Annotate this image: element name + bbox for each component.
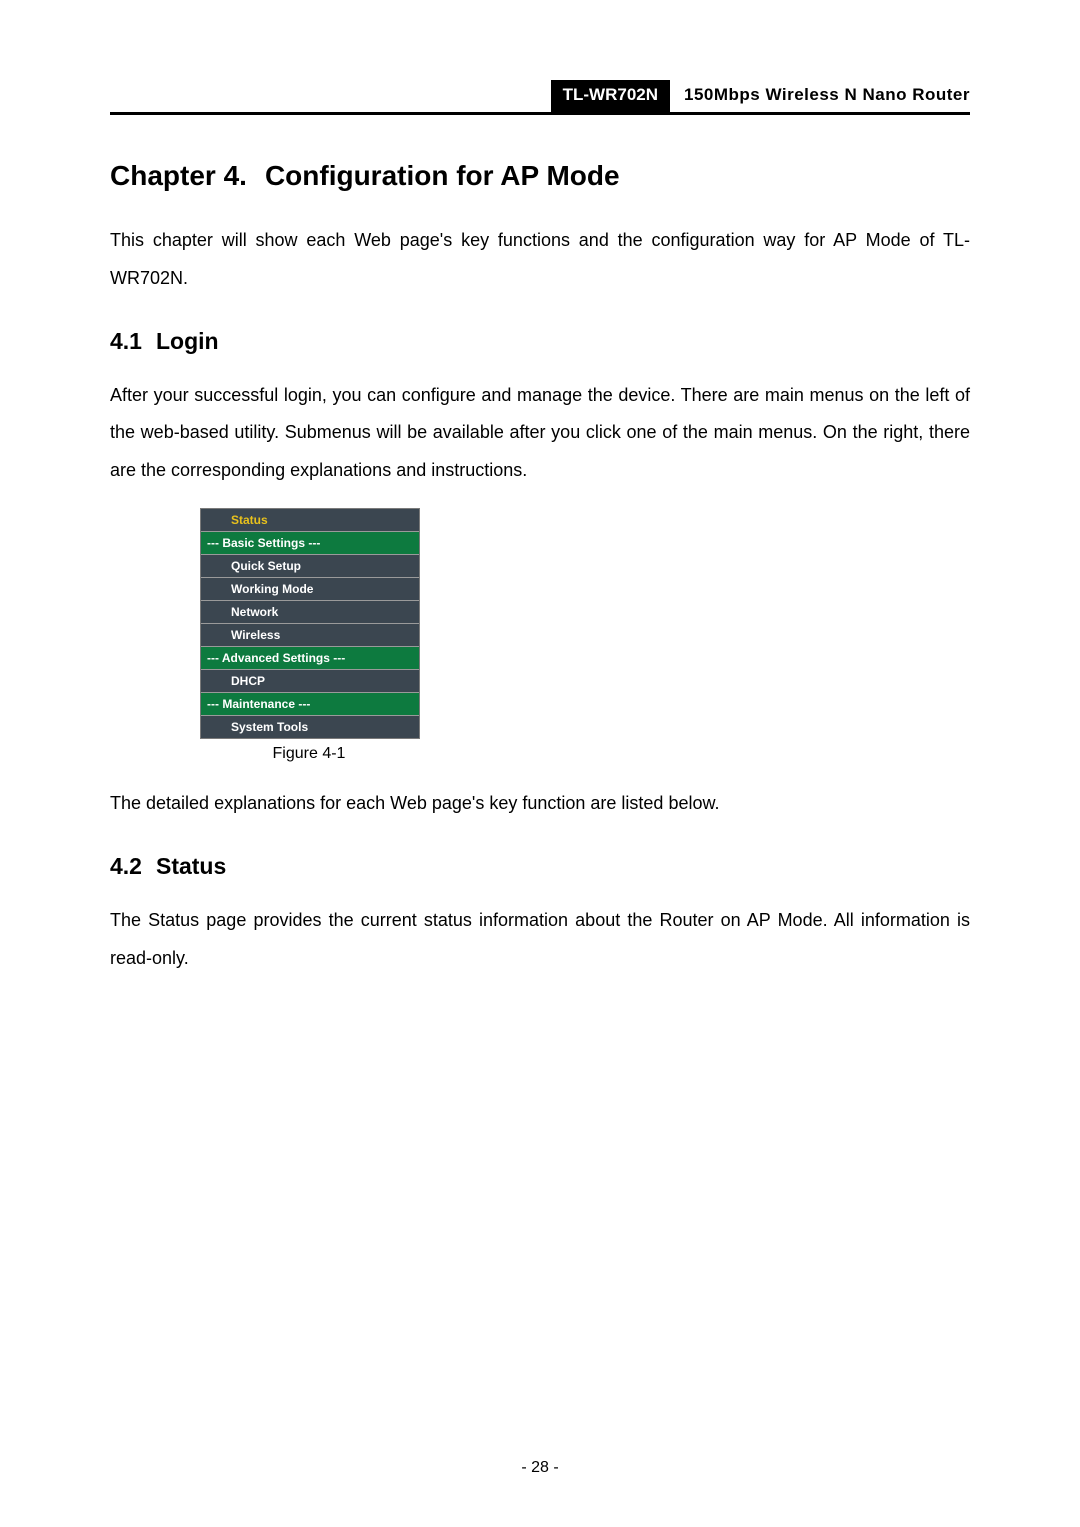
section-status-body: The Status page provides the current sta…: [110, 902, 970, 978]
menu-item-quick-setup[interactable]: Quick Setup: [201, 554, 419, 577]
menu-item-network[interactable]: Network: [201, 600, 419, 623]
sidebar-menu: Status --- Basic Settings --- Quick Setu…: [200, 508, 420, 739]
menu-item-dhcp[interactable]: DHCP: [201, 669, 419, 692]
chapter-intro: This chapter will show each Web page's k…: [110, 222, 970, 298]
after-figure-text: The detailed explanations for each Web p…: [110, 785, 970, 823]
figure-caption: Figure 4-1: [200, 745, 418, 763]
product-name: 150Mbps Wireless N Nano Router: [670, 80, 970, 112]
chapter-heading: Chapter 4. Configuration for AP Mode: [110, 160, 970, 192]
document-page: TL-WR702N 150Mbps Wireless N Nano Router…: [0, 0, 1080, 1527]
section-login-title: Login: [156, 328, 219, 354]
section-login-number: 4.1: [110, 328, 142, 355]
section-status-number: 4.2: [110, 853, 142, 880]
chapter-title: Configuration for AP Mode: [265, 160, 620, 191]
section-status-title: Status: [156, 853, 226, 879]
menu-figure: Status --- Basic Settings --- Quick Setu…: [200, 508, 420, 763]
menu-item-system-tools[interactable]: System Tools: [201, 715, 419, 738]
chapter-number: Chapter 4.: [110, 160, 247, 192]
menu-header-maintenance: --- Maintenance ---: [201, 692, 419, 715]
menu-header-advanced-settings: --- Advanced Settings ---: [201, 646, 419, 669]
page-number: - 28 -: [0, 1459, 1080, 1477]
section-login-heading: 4.1 Login: [110, 328, 970, 355]
menu-item-wireless[interactable]: Wireless: [201, 623, 419, 646]
section-login-body: After your successful login, you can con…: [110, 377, 970, 490]
menu-header-basic-settings: --- Basic Settings ---: [201, 531, 419, 554]
page-header: TL-WR702N 150Mbps Wireless N Nano Router: [110, 80, 970, 115]
model-badge: TL-WR702N: [551, 80, 670, 112]
section-status-heading: 4.2 Status: [110, 853, 970, 880]
menu-item-status[interactable]: Status: [201, 509, 419, 531]
menu-item-working-mode[interactable]: Working Mode: [201, 577, 419, 600]
